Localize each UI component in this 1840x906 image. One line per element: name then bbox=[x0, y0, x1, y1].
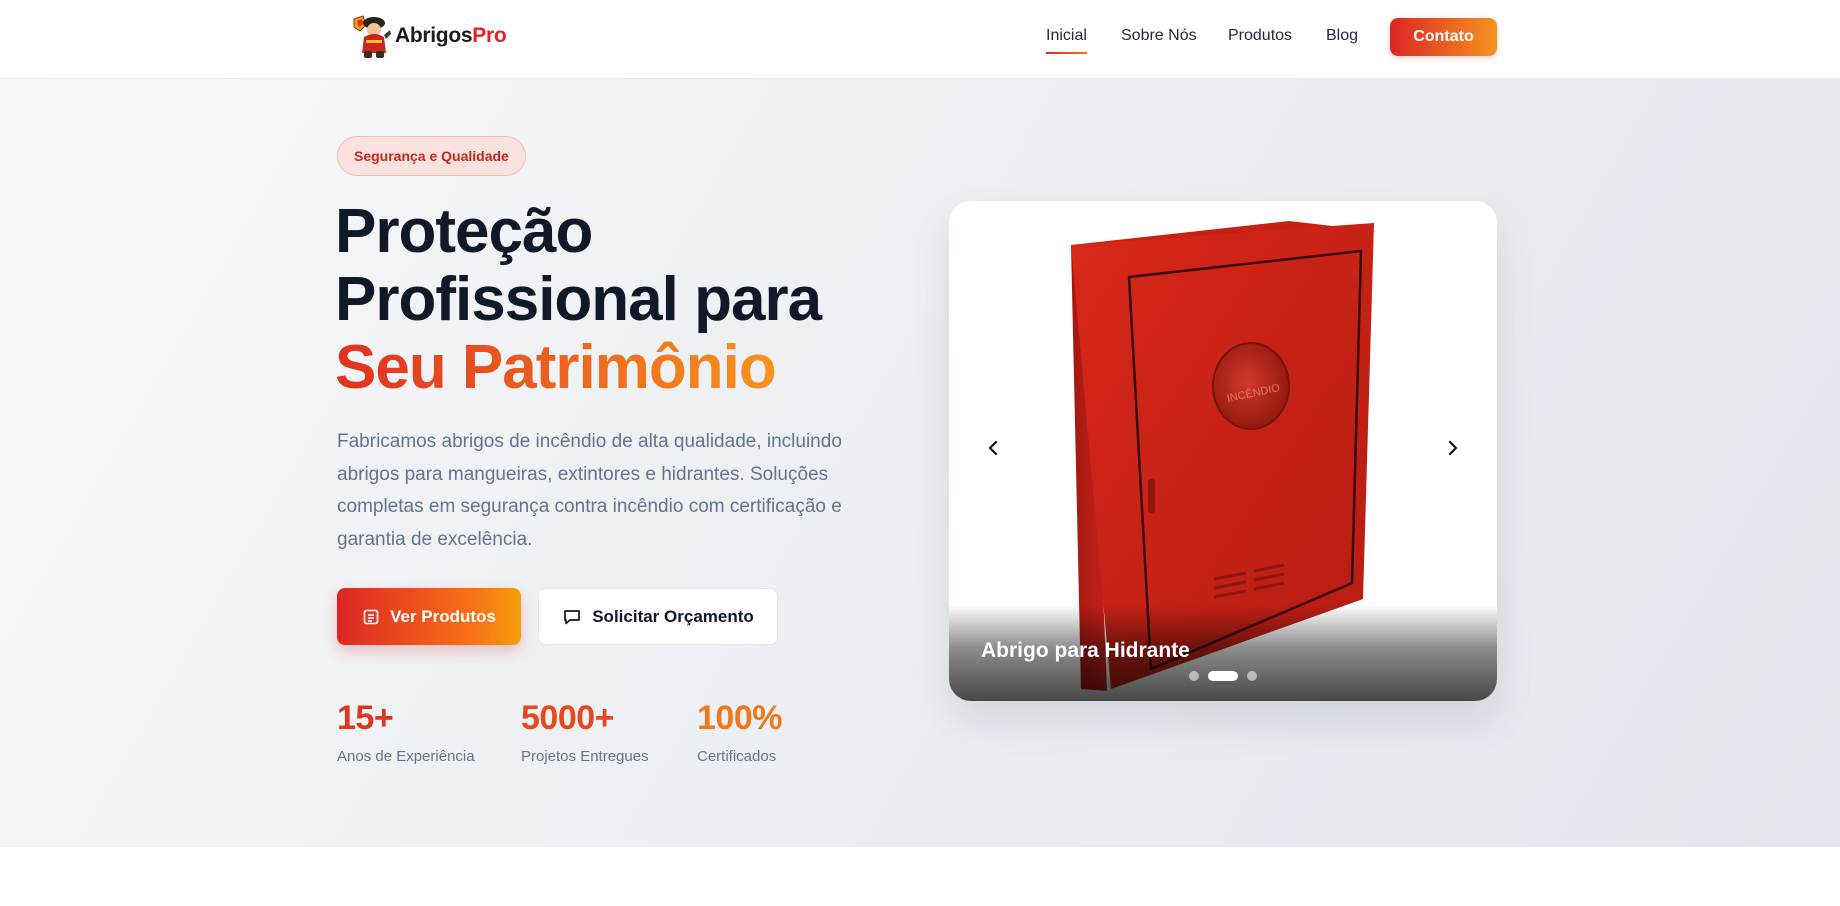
product-carousel: INCÊNDIO Abrigo para Hidrante bbox=[949, 201, 1497, 701]
hero-badge: Segurança e Qualidade bbox=[337, 136, 526, 176]
hero-title: Proteção Profissional para Seu Patrimôni… bbox=[335, 197, 822, 402]
stat-label: Projetos Entregues bbox=[521, 748, 649, 765]
nav-item-sobre-nos[interactable]: Sobre Nós bbox=[1121, 27, 1197, 45]
carousel-prev-button[interactable] bbox=[979, 433, 1009, 463]
carousel-next-button[interactable] bbox=[1437, 433, 1467, 463]
site-header: AbrigosPro Inicial Sobre Nós Produtos Bl… bbox=[0, 0, 1840, 79]
stat-projects: 5000+ Projetos Entregues bbox=[521, 696, 649, 765]
next-section bbox=[0, 847, 1840, 906]
hero-description: Fabricamos abrigos de incêndio de alta q… bbox=[337, 431, 842, 550]
chevron-left-icon bbox=[988, 440, 998, 456]
stat-label: Anos de Experiência bbox=[337, 748, 475, 765]
document-icon bbox=[363, 609, 379, 624]
stat-label: Certificados bbox=[697, 748, 777, 765]
carousel-dot-2[interactable] bbox=[1208, 671, 1238, 681]
stat-years: 15+ Anos de Experiência bbox=[337, 696, 475, 765]
chat-bubble-icon bbox=[564, 609, 581, 624]
slide-caption: Abrigo para Hidrante bbox=[981, 639, 1190, 662]
carousel-dot-3[interactable] bbox=[1247, 671, 1257, 681]
nav-item-blog[interactable]: Blog bbox=[1326, 27, 1358, 45]
firefighter-mascot-icon bbox=[353, 15, 391, 58]
brand-logo[interactable]: AbrigosPro bbox=[350, 13, 507, 59]
nav-item-inicial[interactable]: Inicial bbox=[1046, 27, 1087, 54]
stat-value: 5000+ bbox=[521, 699, 614, 737]
stat-certified: 100% Certificados bbox=[697, 696, 782, 765]
hero-title-line1: Proteção bbox=[335, 197, 593, 266]
carousel-dot-1[interactable] bbox=[1189, 671, 1199, 681]
nav-item-produtos[interactable]: Produtos bbox=[1228, 27, 1292, 45]
hero-title-highlight: Seu Patrimônio bbox=[335, 333, 777, 402]
brand-name: AbrigosPro bbox=[395, 24, 507, 47]
request-quote-button[interactable]: Solicitar Orçamento bbox=[538, 588, 778, 645]
contact-button[interactable]: Contato bbox=[1390, 18, 1497, 56]
view-products-button[interactable]: Ver Produtos bbox=[337, 588, 521, 645]
hero-section bbox=[0, 79, 1840, 847]
view-products-label: Ver Produtos bbox=[390, 606, 496, 626]
hero-title-line2: Profissional para bbox=[335, 265, 822, 334]
carousel-indicators bbox=[949, 671, 1497, 681]
stat-value: 100% bbox=[697, 699, 782, 737]
request-quote-label: Solicitar Orçamento bbox=[592, 606, 754, 626]
stat-value: 15+ bbox=[337, 699, 394, 737]
chevron-right-icon bbox=[1448, 440, 1458, 456]
